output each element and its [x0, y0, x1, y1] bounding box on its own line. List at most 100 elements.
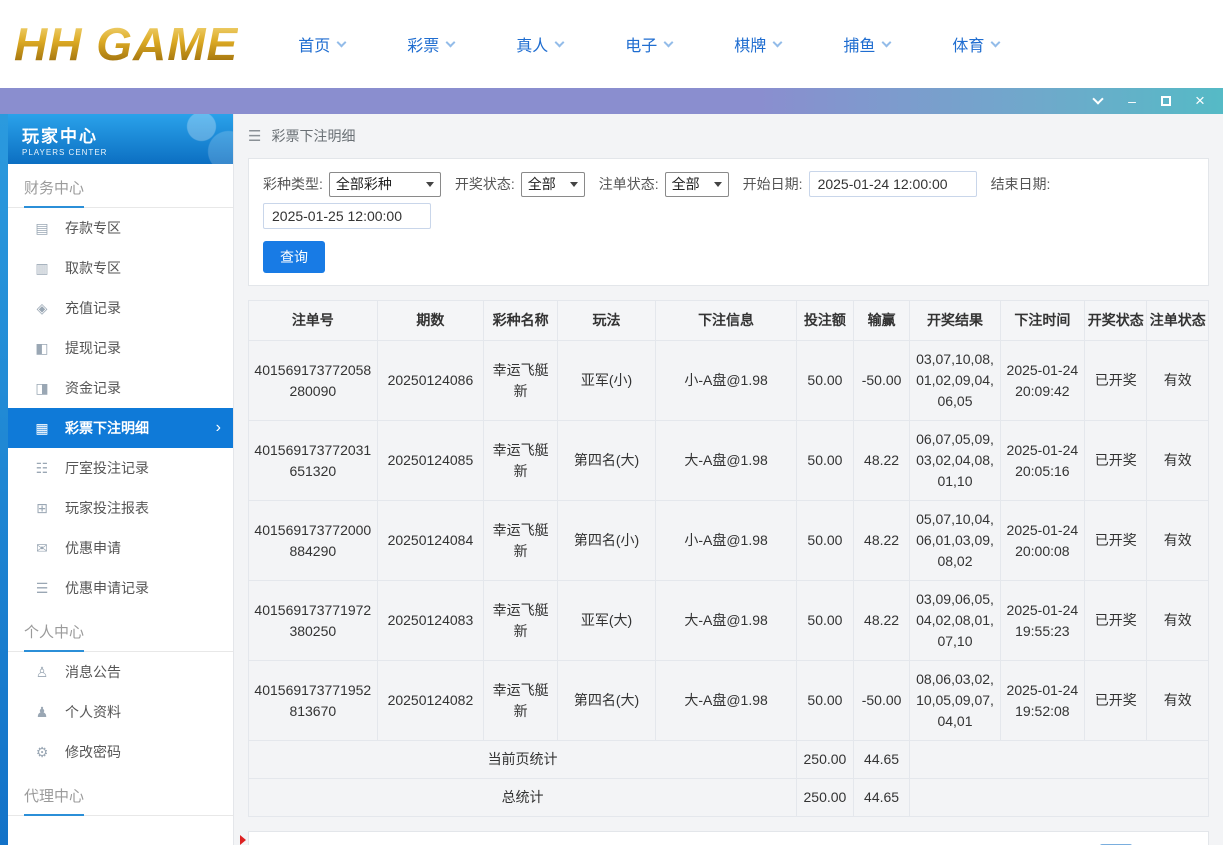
end-date-label: 结束日期: [990, 176, 1051, 192]
table-row[interactable]: 401569173772031651320 20250124085 幸运飞艇新 … [248, 420, 1209, 501]
chevron-down-icon [336, 37, 347, 47]
window-close-button[interactable]: × [1185, 90, 1215, 112]
chevron-down-icon [425, 181, 434, 187]
sidebar-item-funds-records[interactable]: ◨ 资金记录 [8, 368, 233, 408]
chevron-down-icon [772, 37, 783, 47]
sidebar-item-hall-bet-records[interactable]: ☷ 厅室投注记录 [8, 448, 233, 488]
start-date-label: 开始日期: [742, 176, 803, 192]
order-status-select[interactable]: 全部 [664, 171, 729, 197]
total-summary-winloss: 44.65 [852, 778, 911, 817]
site-logo: HH GAME [14, 18, 239, 70]
close-icon: × [1195, 91, 1205, 110]
sidebar-item-label: 充值记录 [65, 300, 121, 316]
chevron-down-icon [990, 37, 1001, 47]
sidebar-item-withdrawal-records[interactable]: ◧ 提现记录 [8, 328, 233, 368]
col-bet-amount: 投注额 [796, 300, 854, 341]
cell-draw-status: 已开奖 [1084, 500, 1148, 581]
table-row[interactable]: 401569173771952813670 20250124082 幸运飞艇新 … [248, 660, 1209, 741]
profile-icon: ♟ [35, 703, 49, 720]
nav-item-sports[interactable]: 体育 [952, 32, 1001, 56]
table-row[interactable]: 401569173771972380250 20250124083 幸运飞艇新 … [248, 580, 1209, 661]
site-header: HH GAME 首页 彩票 真人 电子 棋牌 捕鱼 体育 [0, 0, 1223, 88]
cell-order-id: 401569173771952813670 [248, 660, 378, 741]
cell-bet-info: 大-A盘@1.98 [654, 580, 798, 661]
cell-bet-info: 小-A盘@1.98 [654, 500, 798, 581]
sidebar-title: 玩家中心 [22, 127, 98, 146]
window-minimize-button[interactable]: – [1117, 90, 1147, 112]
bet-details-icon: ▦ [35, 419, 49, 436]
cell-bet-amount: 50.00 [796, 660, 854, 741]
sidebar-item-promo-application-records[interactable]: ☰ 优惠申请记录 [8, 568, 233, 608]
nav-item-slots[interactable]: 电子 [625, 32, 674, 56]
col-bet-time: 下注时间 [999, 300, 1086, 341]
sidebar-item-lottery-bet-details[interactable]: ▦ 彩票下注明细 › [8, 408, 233, 448]
nav-label: 首页 [298, 38, 331, 55]
window-maximize-button[interactable] [1151, 90, 1181, 112]
cell-order-id: 401569173772031651320 [248, 420, 378, 501]
cell-win-loss: 48.22 [852, 500, 911, 581]
col-order-id: 注单号 [248, 300, 378, 341]
sidebar-subtitle: PLAYERS CENTER [22, 148, 108, 157]
cell-play: 第四名(大) [557, 420, 656, 501]
report-icon: ⊞ [36, 499, 48, 516]
nav-item-fishing[interactable]: 捕鱼 [843, 32, 892, 56]
sidebar-item-deposit-zone[interactable]: ▤ 存款专区 [8, 208, 233, 248]
page-summary-empty [909, 740, 1209, 779]
cell-order-id: 401569173772000884290 [248, 500, 378, 581]
page-summary-row: 当前页统计 250.00 44.65 [247, 740, 1209, 779]
cell-bet-time: 2025-01-24 19:52:08 [999, 660, 1086, 741]
nav-item-cards[interactable]: 棋牌 [734, 32, 783, 56]
sidebar-item-promo-application[interactable]: ✉ 优惠申请 [8, 528, 233, 568]
hall-records-icon: ☷ [35, 459, 49, 476]
sidebar-header: 玩家中心 PLAYERS CENTER [8, 114, 233, 164]
withdrawal-icon: ◧ [35, 339, 49, 356]
breadcrumb: ☰ 彩票下注明细 [248, 114, 1209, 158]
nav-item-lottery[interactable]: 彩票 [407, 32, 456, 56]
sidebar-item-recharge-records[interactable]: ◈ 充值记录 [8, 288, 233, 328]
sidebar-item-player-bet-report[interactable]: ⊞ 玩家投注报表 [8, 488, 233, 528]
end-date-input[interactable] [263, 203, 431, 229]
scroll-marker-icon [240, 835, 246, 845]
lottery-type-select[interactable]: 全部彩种 [328, 171, 441, 197]
cell-bet-time: 2025-01-24 20:00:08 [999, 500, 1086, 581]
cell-draw-result: 03,09,06,05,04,02,08,01,07,10 [909, 580, 1001, 661]
search-button[interactable]: 查询 [263, 241, 325, 273]
table-row[interactable]: 401569173772000884290 20250124084 幸运飞艇新 … [248, 500, 1209, 581]
sidebar-item-messages[interactable]: ♙ 消息公告 [8, 652, 233, 692]
sidebar-item-profile[interactable]: ♟ 个人资料 [8, 692, 233, 732]
table-header-row: 注单号 期数 彩种名称 玩法 下注信息 投注额 输赢 开奖结果 下注时间 开奖状… [248, 300, 1209, 341]
chevron-down-icon [1092, 93, 1104, 105]
cell-bet-amount: 50.00 [796, 340, 854, 421]
lottery-type-label: 彩种类型: [263, 176, 323, 192]
cell-bet-time: 2025-01-24 19:55:23 [999, 580, 1086, 661]
cell-bet-time: 2025-01-24 20:09:42 [999, 340, 1086, 421]
col-draw-result: 开奖结果 [909, 300, 1001, 341]
cell-period: 20250124084 [376, 500, 485, 581]
start-date-input[interactable] [808, 171, 977, 197]
deposit-icon: ▤ [35, 219, 49, 236]
sidebar-item-label: 修改密码 [65, 744, 121, 760]
cell-play: 亚军(小) [557, 340, 656, 421]
cell-win-loss: 48.22 [852, 580, 911, 661]
left-edge-decoration [0, 114, 8, 845]
nav-label: 棋牌 [734, 38, 767, 55]
sidebar-item-change-password[interactable]: ⚙ 修改密码 [8, 732, 233, 772]
cell-order-status: 有效 [1146, 660, 1209, 741]
cell-bet-amount: 50.00 [796, 580, 854, 661]
col-win-loss: 输赢 [852, 300, 911, 341]
nav-label: 彩票 [407, 38, 440, 55]
cell-draw-status: 已开奖 [1084, 420, 1148, 501]
nav-item-home[interactable]: 首页 [298, 32, 347, 56]
total-summary-empty [909, 778, 1209, 817]
cell-draw-status: 已开奖 [1084, 340, 1148, 421]
hamburger-icon[interactable]: ☰ [248, 127, 261, 145]
chevron-down-icon [713, 181, 722, 187]
sidebar-item-withdraw-zone[interactable]: ▥ 取款专区 [8, 248, 233, 288]
nav-label: 捕鱼 [843, 38, 876, 55]
nav-item-live[interactable]: 真人 [516, 32, 565, 56]
draw-status-value: 全部 [527, 176, 556, 192]
window-titlebar: – × [0, 88, 1223, 114]
table-row[interactable]: 401569173772058280090 20250124086 幸运飞艇新 … [248, 340, 1209, 421]
draw-status-select[interactable]: 全部 [520, 171, 585, 197]
window-collapse-button[interactable] [1083, 90, 1113, 112]
